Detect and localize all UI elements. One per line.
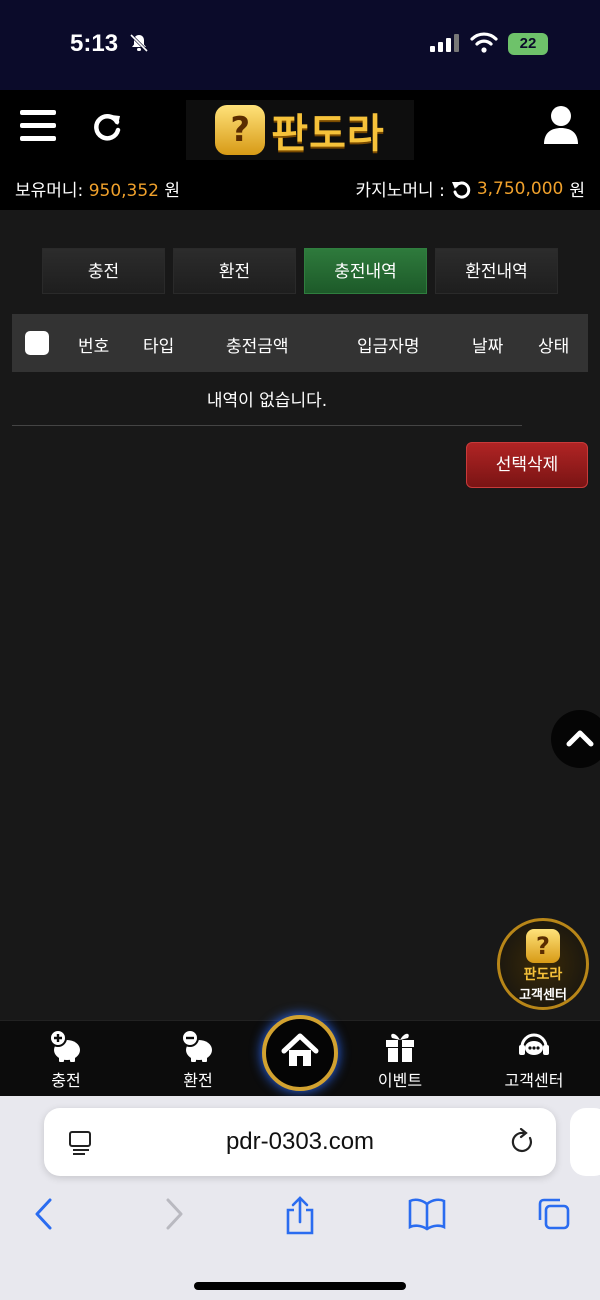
- casino-money: 카지노머니 : 3,750,000 원: [355, 176, 585, 202]
- holding-money-unit: 원: [164, 181, 181, 201]
- cs-label: 고객센터: [519, 988, 567, 1003]
- url-text[interactable]: pdr-0303.com: [44, 1128, 556, 1156]
- bookmarks-icon[interactable]: [408, 1196, 446, 1232]
- tabs-icon[interactable]: [536, 1196, 572, 1232]
- casino-money-unit: 원: [569, 181, 585, 201]
- casino-money-value: 3,750,000: [476, 178, 564, 199]
- user-icon[interactable]: [542, 104, 580, 146]
- brand-logo[interactable]: ? 판도라: [186, 100, 414, 160]
- next-tab-peek[interactable]: [570, 1108, 600, 1176]
- select-all-checkbox[interactable]: [25, 331, 49, 355]
- scroll-top-button[interactable]: [551, 710, 600, 768]
- nav-event[interactable]: 이벤트: [360, 1029, 440, 1091]
- holding-money-label: 보유머니:: [15, 181, 84, 201]
- holding-money-value: 950,352: [88, 181, 160, 201]
- nav-support[interactable]: 고객센터: [494, 1029, 574, 1091]
- home-button[interactable]: [262, 1015, 338, 1091]
- reload-icon[interactable]: [510, 1128, 536, 1156]
- logo-text: 판도라: [271, 111, 385, 157]
- column-number: 번호: [78, 337, 110, 357]
- nav-event-label: 이벤트: [377, 1071, 423, 1090]
- nav-charge-label: 충전: [51, 1071, 81, 1090]
- money-bar: 보유머니: 950,352 원 카지노머니 : 3,750,000 원: [0, 166, 600, 210]
- column-type: 타입: [143, 337, 175, 357]
- signal-icon: [430, 34, 459, 52]
- tab-charge[interactable]: 충전: [42, 248, 165, 294]
- tab-exchange-history[interactable]: 환전내역: [435, 248, 558, 294]
- customer-center-badge[interactable]: ? 판도라 고객센터: [497, 918, 589, 1010]
- battery-icon: 22: [508, 33, 548, 55]
- column-date: 날짜: [472, 337, 504, 357]
- cs-brand: 판도라: [523, 967, 563, 983]
- tab-charge-history[interactable]: 충전내역: [304, 248, 427, 294]
- holding-money: 보유머니: 950,352 원: [15, 176, 180, 201]
- home-icon: [281, 1033, 319, 1066]
- menu-icon[interactable]: [20, 110, 56, 142]
- nav-charge[interactable]: 충전: [26, 1029, 106, 1091]
- share-icon[interactable]: [284, 1196, 316, 1236]
- tab-exchange[interactable]: 환전: [173, 248, 296, 294]
- nav-exchange[interactable]: 환전: [158, 1029, 238, 1091]
- history-tabs: 충전 환전 충전내역 환전내역: [42, 248, 566, 294]
- status-bar: 5:13 22: [0, 0, 600, 90]
- home-indicator: [194, 1282, 406, 1290]
- empty-message: 내역이 없습니다.: [206, 391, 328, 411]
- casino-money-label: 카지노머니 :: [355, 181, 445, 201]
- nav-exchange-label: 환전: [183, 1071, 213, 1090]
- cs-question-icon: ?: [526, 929, 560, 963]
- table-header: 번호 타입 충전금액 입금자명 날짜 상태: [12, 314, 588, 372]
- table-divider: [12, 425, 522, 426]
- piggy-plus-icon: [49, 1029, 80, 1062]
- casino-refresh-icon[interactable]: [451, 179, 471, 199]
- app-header: ? 판도라: [0, 90, 600, 166]
- url-bar[interactable]: pdr-0303.com: [44, 1108, 556, 1176]
- forward-icon[interactable]: [162, 1196, 186, 1232]
- gift-icon: [386, 1033, 414, 1062]
- back-icon[interactable]: [32, 1196, 56, 1232]
- piggy-minus-icon: [181, 1029, 212, 1062]
- delete-selected-button[interactable]: 선택삭제: [466, 442, 588, 488]
- bell-off-icon: [129, 33, 149, 53]
- status-time: 5:13: [70, 30, 119, 57]
- logo-question-icon: ?: [215, 105, 266, 155]
- refresh-icon[interactable]: [90, 110, 124, 144]
- nav-support-label: 고객센터: [504, 1071, 564, 1090]
- headset-icon: [519, 1033, 549, 1055]
- wifi-icon: [470, 32, 498, 53]
- column-depositor: 입금자명: [357, 337, 420, 357]
- chevron-up-icon: [566, 730, 594, 747]
- column-amount: 충전금액: [226, 337, 289, 357]
- browser-chrome: pdr-0303.com: [0, 1096, 600, 1300]
- bottom-nav: 충전 환전 이벤트 고객센터: [0, 1015, 600, 1096]
- column-status: 상태: [538, 337, 570, 357]
